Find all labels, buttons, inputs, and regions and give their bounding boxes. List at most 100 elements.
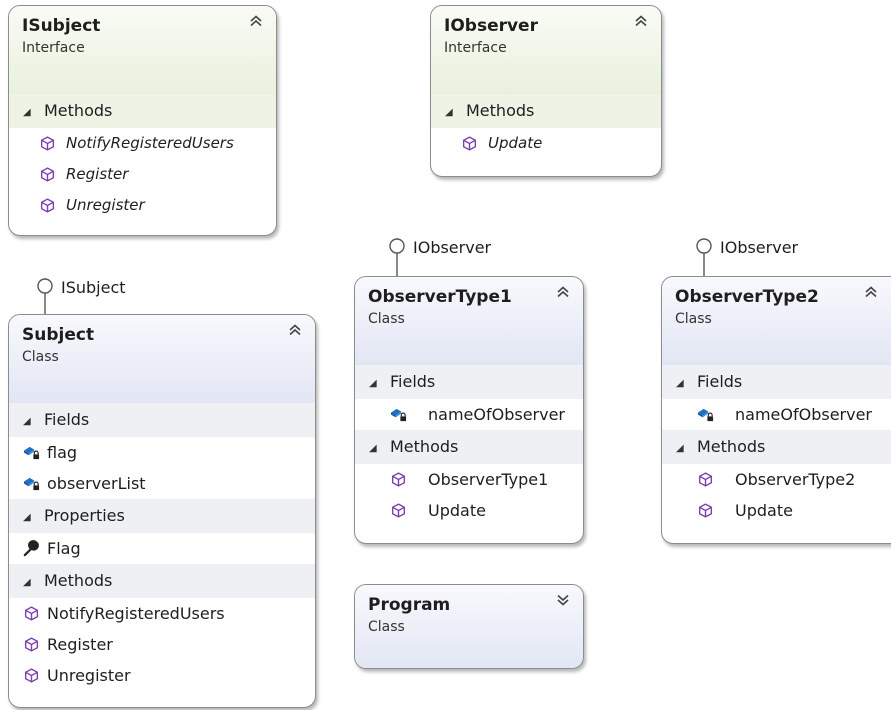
subject-method-register[interactable]: Register	[9, 629, 315, 660]
subject-method-notifyregisteredusers[interactable]: NotifyRegisteredUsers	[9, 598, 315, 629]
iobserver-kind: Interface	[444, 40, 507, 56]
isubject-header: ISubject Interface	[9, 6, 276, 94]
section-label: Fields	[44, 410, 90, 429]
section-label: Properties	[44, 506, 125, 525]
method-label: Update	[488, 134, 543, 152]
collapse-chevron-icon[interactable]	[555, 284, 571, 300]
section-label: Methods	[390, 437, 459, 456]
method-label: Register	[47, 635, 113, 654]
subject-class-shape[interactable]: Subject Class ◢ Fields flag observerList …	[8, 314, 316, 708]
iobserver-method-update[interactable]: Update	[431, 128, 661, 159]
observertype2-method-update[interactable]: Update	[662, 495, 891, 526]
program-kind: Class	[368, 619, 405, 635]
observertype1-method-update[interactable]: Update	[355, 495, 583, 526]
program-class-shape[interactable]: Program Class	[354, 584, 584, 669]
isubject-kind: Interface	[22, 40, 85, 56]
expand-triangle-icon: ◢	[23, 577, 31, 588]
isubject-method-unregister[interactable]: Unregister	[9, 190, 276, 221]
program-name: Program	[368, 595, 451, 615]
method-icon	[391, 503, 406, 518]
observertype1-fields-section[interactable]: ◢ Fields	[355, 365, 583, 399]
method-label: Register	[66, 165, 129, 183]
field-label: flag	[47, 443, 78, 462]
lollipop-icon	[37, 278, 53, 314]
method-label: Update	[428, 501, 486, 520]
isubject-method-register[interactable]: Register	[9, 159, 276, 190]
private-field-icon	[23, 477, 40, 491]
subject-field-observerlist[interactable]: observerList	[9, 468, 315, 499]
collapse-chevron-icon[interactable]	[287, 322, 303, 338]
subject-methods-section[interactable]: ◢ Methods	[9, 564, 315, 598]
expand-chevron-icon[interactable]	[555, 592, 571, 608]
method-label: NotifyRegisteredUsers	[66, 134, 234, 152]
section-label: Methods	[697, 437, 766, 456]
observertype1-method-constructor[interactable]: ObserverType1	[355, 464, 583, 495]
expand-triangle-icon: ◢	[23, 107, 31, 118]
isubject-name: ISubject	[22, 16, 101, 36]
lollipop-label: ISubject	[61, 278, 126, 297]
expand-triangle-icon: ◢	[369, 443, 377, 454]
field-label: observerList	[47, 474, 146, 493]
observertype2-methods-section[interactable]: ◢ Methods	[662, 430, 891, 464]
subject-header: Subject Class	[9, 315, 315, 403]
method-icon	[24, 637, 39, 652]
observertype2-field-nameofobserver[interactable]: nameOfObserver	[662, 399, 891, 430]
observertype1-methods-section[interactable]: ◢ Methods	[355, 430, 583, 464]
isubject-method-notifyregisteredusers[interactable]: NotifyRegisteredUsers	[9, 128, 276, 159]
subject-property-flag[interactable]: Flag	[9, 533, 315, 564]
method-label: NotifyRegisteredUsers	[47, 604, 225, 623]
method-icon	[698, 503, 713, 518]
expand-triangle-icon: ◢	[676, 443, 684, 454]
section-label: Fields	[697, 372, 743, 391]
subject-name: Subject	[22, 325, 95, 345]
section-label: Methods	[44, 101, 113, 120]
collapse-chevron-icon[interactable]	[248, 13, 264, 29]
section-label: Methods	[44, 571, 113, 590]
section-label: Fields	[390, 372, 436, 391]
observer2-lollipop: IObserver	[694, 238, 834, 276]
expand-triangle-icon: ◢	[23, 416, 31, 427]
observertype1-class-shape[interactable]: ObserverType1 Class ◢ Fields nameOfObserv…	[354, 276, 584, 544]
observertype2-fields-section[interactable]: ◢ Fields	[662, 365, 891, 399]
observertype2-kind: Class	[675, 311, 712, 327]
method-label: Update	[735, 501, 793, 520]
collapse-chevron-icon[interactable]	[863, 284, 879, 300]
method-icon	[391, 472, 406, 487]
iobserver-header: IObserver Interface	[431, 6, 661, 94]
private-field-icon	[697, 408, 714, 422]
expand-triangle-icon: ◢	[445, 107, 453, 118]
subject-properties-section[interactable]: ◢ Properties	[9, 499, 315, 533]
collapse-chevron-icon[interactable]	[633, 13, 649, 29]
section-label: Methods	[466, 101, 535, 120]
method-label: Unregister	[66, 196, 145, 214]
method-icon	[24, 668, 39, 683]
expand-triangle-icon: ◢	[676, 378, 684, 389]
field-label: nameOfObserver	[735, 405, 872, 424]
isubject-interface-shape[interactable]: ISubject Interface ◢ Methods NotifyRegist…	[8, 5, 277, 236]
iobserver-name: IObserver	[444, 16, 538, 36]
private-field-icon	[23, 446, 40, 460]
observertype1-field-nameofobserver[interactable]: nameOfObserver	[355, 399, 583, 430]
subject-method-unregister[interactable]: Unregister	[9, 660, 315, 691]
observertype1-name: ObserverType1	[368, 287, 512, 307]
subject-kind: Class	[22, 349, 59, 365]
lollipop-label: IObserver	[720, 238, 799, 257]
observertype1-header: ObserverType1 Class	[355, 277, 583, 365]
subject-fields-section[interactable]: ◢ Fields	[9, 403, 315, 437]
method-icon	[40, 136, 55, 151]
iobserver-methods-section[interactable]: ◢ Methods	[431, 94, 661, 128]
observertype2-class-shape[interactable]: ObserverType2 Class ◢ Fields nameOfObserv…	[661, 276, 891, 544]
observer1-lollipop: IObserver	[387, 238, 527, 276]
expand-triangle-icon: ◢	[369, 378, 377, 389]
subject-field-flag[interactable]: flag	[9, 437, 315, 468]
method-icon	[462, 136, 477, 151]
property-wrench-icon	[23, 540, 39, 557]
observertype2-method-constructor[interactable]: ObserverType2	[662, 464, 891, 495]
method-icon	[40, 198, 55, 213]
lollipop-label: IObserver	[413, 238, 492, 257]
method-label: Unregister	[47, 666, 131, 685]
observertype1-kind: Class	[368, 311, 405, 327]
method-icon	[40, 167, 55, 182]
iobserver-interface-shape[interactable]: IObserver Interface ◢ Methods Update	[430, 5, 662, 177]
isubject-methods-section[interactable]: ◢ Methods	[9, 94, 276, 128]
